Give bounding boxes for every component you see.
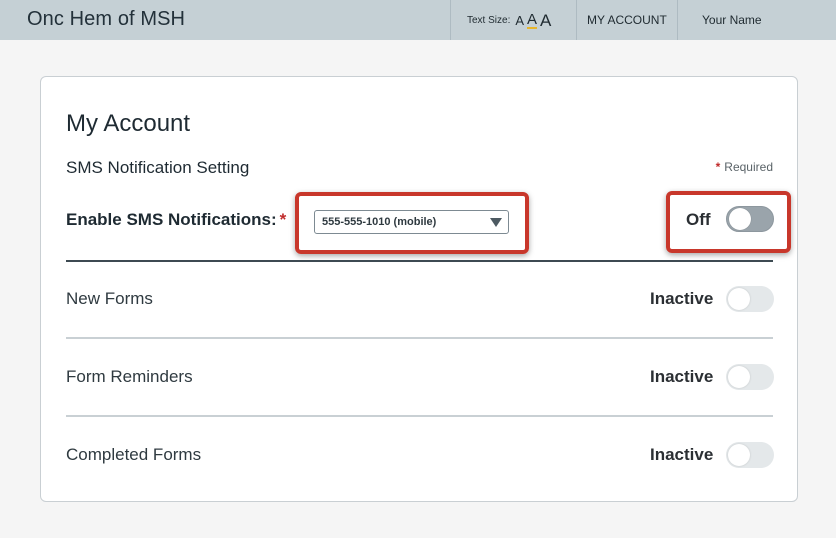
my-account-link[interactable]: MY ACCOUNT — [587, 13, 667, 27]
page-title: My Account — [66, 110, 191, 137]
required-star: * — [279, 210, 287, 229]
account-card: My Account SMS Notification Setting * Req… — [40, 76, 798, 502]
required-text: Required — [724, 160, 773, 174]
nav-divider — [450, 0, 451, 40]
nav-divider — [677, 0, 678, 40]
highlight-box-toggle — [666, 191, 791, 253]
notification-status-completed-forms: Inactive — [650, 445, 714, 464]
text-size-small-button[interactable]: A — [515, 14, 524, 27]
row-divider — [66, 337, 773, 339]
toggle-new-forms[interactable] — [726, 286, 774, 312]
notification-label-new-forms: New Forms — [66, 289, 153, 308]
toggle-knob — [728, 288, 750, 310]
section-divider — [66, 260, 773, 262]
text-size-label: Text Size: — [467, 14, 511, 26]
notification-status-new-forms: Inactive — [650, 289, 714, 308]
sms-enable-label: Enable SMS Notifications: * — [66, 210, 286, 230]
notification-label-form-reminders: Form Reminders — [66, 367, 193, 386]
notification-label-completed-forms: Completed Forms — [66, 445, 202, 464]
toggle-knob — [728, 366, 750, 388]
notification-status-form-reminders: Inactive — [650, 367, 714, 386]
top-navigation-bar: Onc Hem of MSH Text Size: A A A MY ACCOU… — [0, 0, 836, 40]
toggle-form-reminders[interactable] — [726, 364, 774, 390]
row-divider — [66, 415, 773, 417]
section-title: SMS Notification Setting — [66, 158, 250, 177]
brand-title[interactable]: Onc Hem of MSH — [27, 8, 185, 31]
sms-enable-label-text: Enable SMS Notifications: — [66, 210, 277, 229]
required-note: * Required — [716, 160, 773, 174]
required-star: * — [715, 160, 721, 174]
text-size-large-button[interactable]: A — [540, 12, 551, 29]
user-menu[interactable]: Your Name — [702, 13, 762, 27]
text-size-control: Text Size: A A A — [467, 10, 551, 30]
nav-divider — [576, 0, 577, 40]
toggle-completed-forms[interactable] — [726, 442, 774, 468]
highlight-box-select — [295, 192, 529, 254]
toggle-knob — [728, 444, 750, 466]
text-size-medium-button[interactable]: A — [527, 12, 538, 29]
